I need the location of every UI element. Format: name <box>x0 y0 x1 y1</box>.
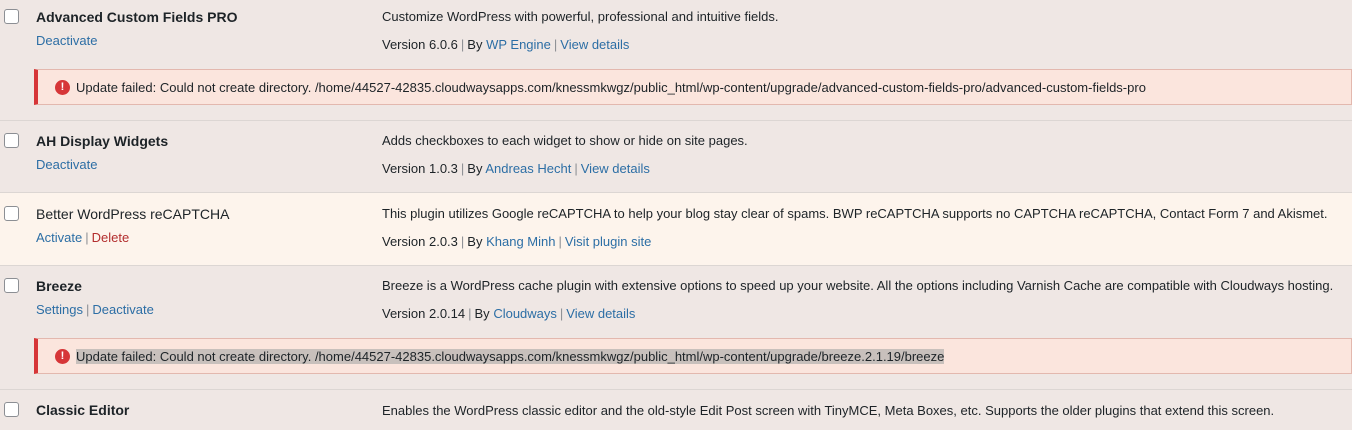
row-actions: Settings | Deactivate <box>36 302 154 317</box>
plugin-description: Breeze is a WordPress cache plugin with … <box>382 278 1334 293</box>
row-actions: Deactivate <box>36 157 97 172</box>
plugin-name: AH Display Widgets <box>36 133 169 149</box>
select-checkbox[interactable] <box>4 9 19 24</box>
plugin-description: This plugin utilizes Google reCAPTCHA to… <box>382 206 1328 221</box>
by-text: By <box>474 306 490 321</box>
plugin-description: Enables the WordPress classic editor and… <box>382 403 1275 418</box>
deactivate-link[interactable]: Deactivate <box>36 33 97 48</box>
plugin-meta: Version 1.0.3 | By Andreas Hecht | View deta… <box>382 161 650 176</box>
row-actions: Activate | Delete <box>36 230 129 245</box>
row-actions: Deactivate <box>36 33 97 48</box>
plugin-name: Better WordPress reCAPTCHA <box>36 206 230 222</box>
delete-link[interactable]: Delete <box>92 230 130 245</box>
view-details-link[interactable]: View details <box>566 306 635 321</box>
plugin-row-bwp-recaptcha: Better WordPress reCAPTCHA Activate | Dele… <box>0 193 1352 265</box>
settings-link[interactable]: Settings <box>36 302 83 317</box>
plugins-list: Advanced Custom Fields PRO Deactivate Cu… <box>0 0 1352 430</box>
separator: | <box>559 306 564 321</box>
notice-message: Update failed: Could not create director… <box>76 349 945 364</box>
select-checkbox[interactable] <box>4 206 19 221</box>
select-checkbox[interactable] <box>4 133 19 148</box>
select-checkbox[interactable] <box>4 278 19 293</box>
visit-plugin-site-link[interactable]: Visit plugin site <box>565 234 651 249</box>
update-error-notice: ! Update failed: Could not create direct… <box>34 69 1352 105</box>
notice-message: Update failed: Could not create director… <box>76 80 1146 95</box>
author-link[interactable]: WP Engine <box>486 37 551 52</box>
version-text: Version 2.0.14 <box>382 306 466 321</box>
plugin-row-classic-editor: Classic Editor Enables the WordPress cla… <box>0 390 1352 430</box>
plugin-meta: Version 6.0.6 | By WP Engine | View details <box>382 37 629 52</box>
by-text: By <box>467 161 483 176</box>
separator: | <box>468 306 472 321</box>
version-text: Version 1.0.3 <box>382 161 458 176</box>
plugin-description: Adds checkboxes to each widget to show o… <box>382 133 748 148</box>
view-details-link[interactable]: View details <box>581 161 650 176</box>
separator: | <box>574 161 578 176</box>
separator: | <box>553 37 558 52</box>
plugin-description: Customize WordPress with powerful, profe… <box>382 9 779 24</box>
author-link[interactable]: Cloudways <box>493 306 557 321</box>
author-link[interactable]: Khang Minh <box>486 234 555 249</box>
error-icon: ! <box>55 80 70 95</box>
separator: | <box>460 37 465 52</box>
by-text: By <box>467 234 483 249</box>
plugin-row-breeze: Breeze Settings | Deactivate Breeze is a W… <box>0 266 1352 389</box>
separator: | <box>558 234 562 249</box>
plugin-row-ah-display-widgets: AH Display Widgets Deactivate Adds check… <box>0 121 1352 192</box>
deactivate-link[interactable]: Deactivate <box>36 157 97 172</box>
plugin-name: Classic Editor <box>36 402 130 418</box>
by-text: By <box>467 37 483 52</box>
author-link[interactable]: Andreas Hecht <box>485 161 571 176</box>
activate-link[interactable]: Activate <box>36 230 82 245</box>
update-error-notice: ! Update failed: Could not create direct… <box>34 338 1352 374</box>
plugin-meta: Version 2.0.3 | By Khang Minh | Visit plugin… <box>382 234 651 249</box>
version-text: Version 6.0.6 <box>382 37 458 52</box>
select-checkbox[interactable] <box>4 402 19 417</box>
plugin-name: Advanced Custom Fields PRO <box>36 9 238 25</box>
separator: | <box>85 230 89 245</box>
version-text: Version 2.0.3 <box>382 234 458 249</box>
plugin-name: Breeze <box>36 278 82 294</box>
view-details-link[interactable]: View details <box>560 37 629 52</box>
separator: | <box>460 161 465 176</box>
plugin-meta: Version 2.0.14 | By Cloudways | View details <box>382 306 635 321</box>
plugin-row-acf: Advanced Custom Fields PRO Deactivate Cu… <box>0 0 1352 120</box>
separator: | <box>85 302 90 317</box>
error-icon: ! <box>55 349 70 364</box>
separator: | <box>460 234 465 249</box>
deactivate-link[interactable]: Deactivate <box>92 302 153 317</box>
